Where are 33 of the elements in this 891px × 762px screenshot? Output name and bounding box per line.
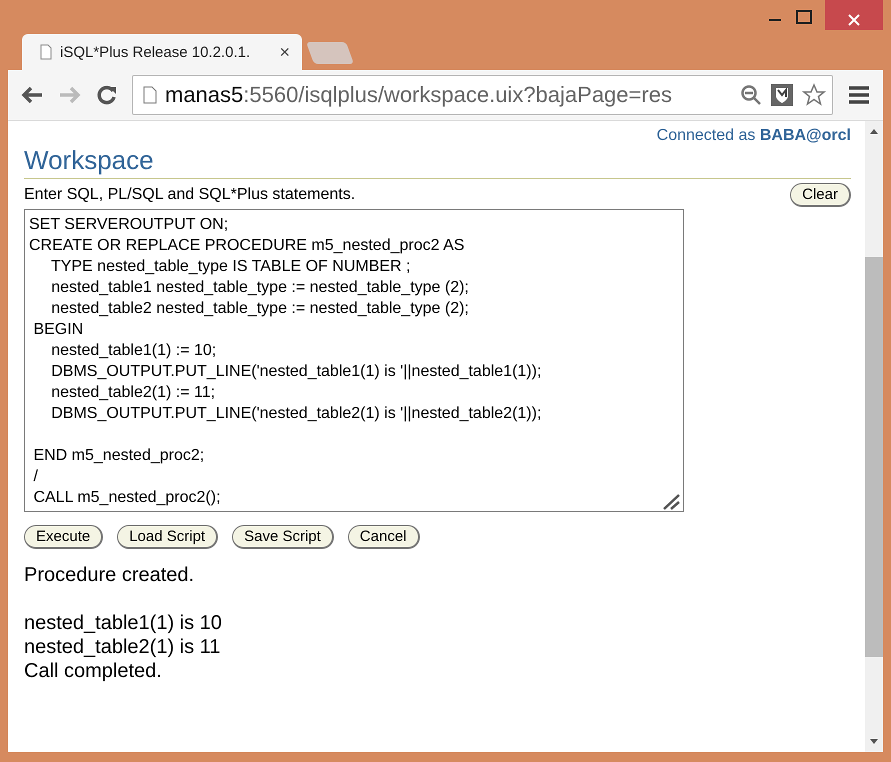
address-bar[interactable]: manas5:5560/isqlplus/workspace.uix?bajaPage=res: [132, 75, 833, 115]
star-icon[interactable]: [802, 83, 826, 107]
reload-icon[interactable]: [96, 84, 118, 106]
scroll-up-icon[interactable]: [869, 127, 879, 135]
page-icon: [143, 86, 157, 104]
sql-editor[interactable]: SET SERVEROUTPUT ON; CREATE OR REPLACE PROCEDURE m5_nested_proc2 AS TYPE nested_table_type IS TABLE OF NUMBER ; nested_table1 nested_table_type := nested_table_type (2); nested_table2 nested_table_type := nested_table_type (2); BEGIN nested_table1(1) := 10; DBMS_OUTPUT.PUT_LINE('nested_table1(1) is '||nested_table1(1)); nested_table2(1) := 11; DBMS_OUTPUT.PUT_LINE('nested_table2(1) is '||nested_table2(1)); END m5_nested_proc2; / CALL m5_nested_proc2();: [24, 209, 684, 512]
zoom-icon[interactable]: [740, 84, 762, 106]
url-text: manas5:5560/isqlplus/workspace.uix?bajaPage=res: [165, 82, 673, 108]
connection-status: Connected as BABA@orcl: [656, 127, 851, 145]
instructions-text: Enter SQL, PL/SQL and SQL*Plus statements.: [24, 186, 356, 204]
close-icon: [847, 12, 861, 26]
clear-button[interactable]: Clear: [790, 183, 851, 207]
action-button[interactable]: Execute: [24, 525, 104, 549]
close-window-button[interactable]: [825, 0, 883, 30]
output-line: Procedure created.: [24, 564, 194, 586]
close-tab-button[interactable]: ×: [279, 42, 290, 62]
action-button[interactable]: Save Script: [232, 525, 334, 549]
page-icon: [40, 44, 52, 60]
action-button[interactable]: Cancel: [348, 525, 420, 549]
tab-title: iSQL*Plus Release 10.2.0.1.: [60, 44, 252, 60]
output-line: nested_table1(1) is 10: [24, 612, 222, 634]
output-line: Call completed.: [24, 660, 162, 682]
output-line: nested_table2(1) is 11: [24, 636, 220, 658]
shield-icon[interactable]: [770, 83, 794, 107]
maximize-icon[interactable]: [795, 9, 813, 25]
scroll-down-icon[interactable]: [869, 738, 879, 746]
browser-tab[interactable]: iSQL*Plus Release 10.2.0.1. ×: [22, 34, 302, 70]
back-icon[interactable]: [20, 85, 44, 105]
resize-grip-icon[interactable]: [661, 492, 681, 510]
scrollbar[interactable]: [865, 121, 883, 752]
action-button[interactable]: Load Script: [117, 525, 218, 549]
menu-icon[interactable]: [847, 85, 871, 105]
page-heading: Workspace: [24, 145, 851, 179]
